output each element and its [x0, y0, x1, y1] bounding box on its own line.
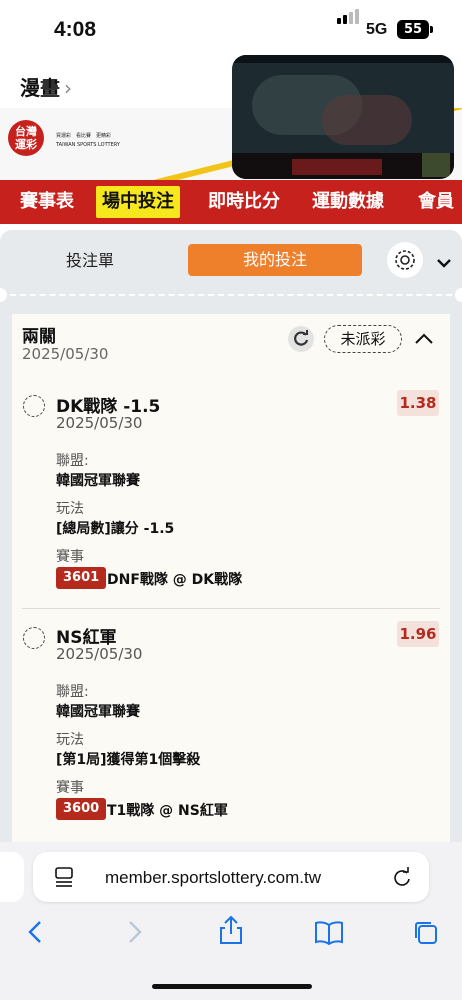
play-value: [第1局]獲得第1個擊殺: [56, 752, 201, 768]
refresh-icon[interactable]: [288, 326, 314, 352]
divider: [0, 294, 462, 296]
bookmarks-icon[interactable]: [314, 920, 344, 950]
chevron-right-icon: ›: [64, 76, 72, 100]
pick-date: 2025/05/30: [56, 645, 143, 663]
tabs-icon[interactable]: [412, 919, 440, 951]
event-label: 賽事: [56, 780, 84, 796]
tab-my-bets[interactable]: 我的投注: [188, 244, 362, 276]
bet-date: 2025/05/30: [22, 345, 109, 363]
live-video-pip[interactable]: [232, 55, 454, 179]
nav-item-live-score[interactable]: 即時比分: [208, 180, 280, 224]
chevron-down-icon[interactable]: [436, 254, 452, 273]
league-label: 聯盟:: [56, 684, 89, 700]
play-label: 玩法: [56, 501, 84, 517]
league-value: 韓國冠軍聯賽: [56, 704, 140, 720]
chevron-up-icon[interactable]: [414, 330, 434, 349]
url-text[interactable]: member.sportslottery.com.tw: [105, 868, 321, 888]
back-to-app-link[interactable]: 漫畫 ›: [20, 72, 72, 101]
bet-type-title: 兩關: [22, 327, 56, 347]
nav-item-sports-data[interactable]: 運動數據: [312, 180, 384, 224]
forward-icon[interactable]: [126, 918, 144, 950]
back-icon[interactable]: [26, 918, 44, 950]
play-value: [總局數]讓分 -1.5: [56, 521, 175, 537]
home-indicator: [152, 984, 312, 989]
status-badge: 未派彩: [324, 325, 402, 353]
pick-status-icon: [23, 395, 45, 417]
main-nav: 賽事表 場中投注 即時比分 運動數據 會員: [0, 180, 462, 224]
status-bar: 4:08 5G 55: [0, 0, 462, 56]
back-label: 漫畫: [20, 76, 60, 100]
tab-bet-slip[interactable]: 投注單: [66, 247, 114, 271]
pick-odds: 1.96: [397, 621, 439, 647]
gear-icon[interactable]: [387, 242, 423, 278]
nav-item-schedule[interactable]: 賽事表: [20, 180, 74, 224]
share-icon[interactable]: [218, 914, 244, 950]
previous-tab-preview[interactable]: [0, 852, 24, 902]
battery-icon: 55: [397, 20, 429, 39]
league-label: 聯盟:: [56, 453, 89, 469]
event-id-badge: 3600: [56, 798, 107, 820]
event-match: T1戰隊 @ NS紅軍: [107, 803, 228, 819]
pick-divider: [22, 608, 440, 609]
event-id-badge: 3601: [56, 567, 107, 589]
reader-mode-icon[interactable]: [54, 866, 74, 892]
event-match: DNF戰隊 @ DK戰隊: [107, 572, 243, 588]
logo-tagline: 買運彩 看比賽 更精彩 TAIWAN SPORTS LOTTERY: [56, 133, 120, 148]
play-label: 玩法: [56, 732, 84, 748]
event-label: 賽事: [56, 549, 84, 565]
sports-lottery-logo[interactable]: 台灣 運彩: [8, 120, 44, 156]
league-value: 韓國冠軍聯賽: [56, 473, 140, 489]
reload-icon[interactable]: [392, 866, 412, 892]
nav-item-member[interactable]: 會員: [418, 180, 454, 224]
pick-status-icon: [23, 627, 45, 649]
network-type: 5G: [366, 21, 388, 38]
pick-date: 2025/05/30: [56, 414, 143, 432]
status-time: 4:08: [54, 18, 97, 41]
nav-item-live-betting[interactable]: 場中投注: [96, 186, 180, 218]
pick-odds: 1.38: [397, 390, 439, 416]
